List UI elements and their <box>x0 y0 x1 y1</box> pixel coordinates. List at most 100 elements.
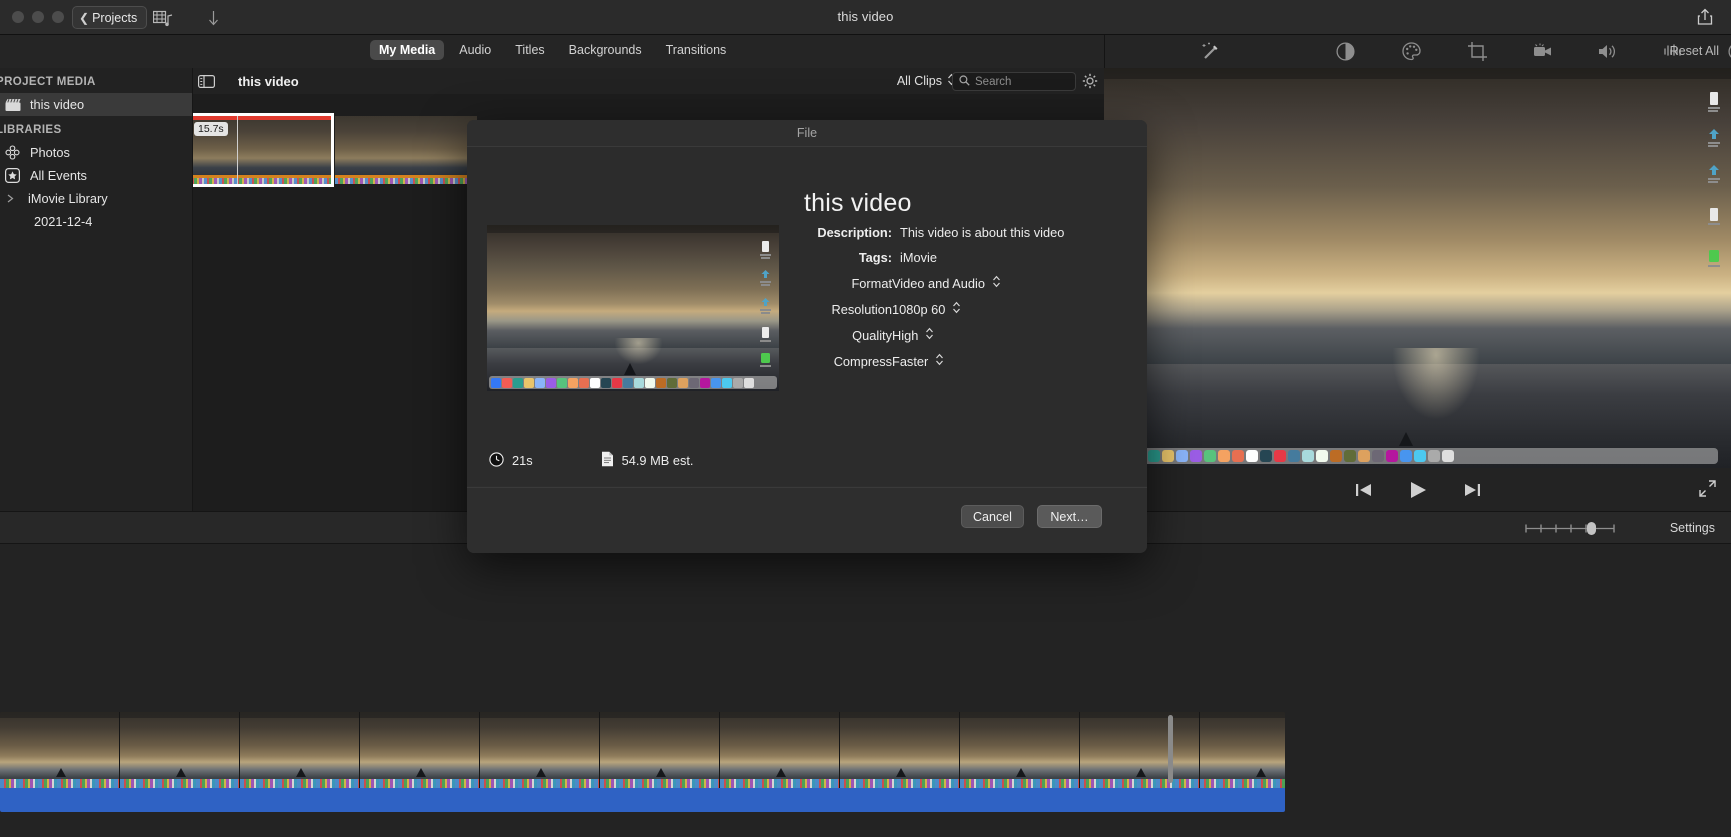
timeline-zoom-slider[interactable] <box>1524 521 1616 536</box>
speed-icon[interactable] <box>1727 41 1731 62</box>
skip-to-start-icon[interactable] <box>1353 479 1375 501</box>
gear-icon[interactable] <box>1082 73 1098 89</box>
tab-backgrounds[interactable]: Backgrounds <box>560 40 651 60</box>
search-icon <box>959 73 970 91</box>
sidebar-item-imovie-library[interactable]: iMovie Library <box>0 187 192 210</box>
cancel-button[interactable]: Cancel <box>961 505 1024 528</box>
preview-desktop-icon <box>760 297 771 322</box>
preview-desktop-icon <box>760 241 771 266</box>
timeline-scrollbar[interactable] <box>1168 715 1173 783</box>
tab-transitions[interactable]: Transitions <box>657 40 736 60</box>
timeline-clip[interactable] <box>0 712 1285 812</box>
tab-titles[interactable]: Titles <box>506 40 553 60</box>
sidebar-item-photos[interactable]: Photos <box>0 141 192 164</box>
search-input[interactable]: Search <box>952 72 1076 91</box>
viewer-desktop-icon <box>1707 164 1721 195</box>
field-compress[interactable]: Compress Faster <box>797 353 1127 369</box>
color-balance-icon[interactable] <box>1335 41 1356 62</box>
color-correction-icon[interactable] <box>1401 41 1422 62</box>
tags-value[interactable]: iMovie <box>900 250 937 265</box>
photos-icon <box>4 144 21 161</box>
clip-dock-strip <box>335 178 477 184</box>
dialog-fields: Description: This video is about this vi… <box>797 225 1127 379</box>
preview-shark-fin <box>624 363 637 375</box>
reset-all-button[interactable]: Reset All <box>1670 44 1719 58</box>
tab-my-media[interactable]: My Media <box>370 40 445 60</box>
filmstrip-frame <box>480 712 600 788</box>
compress-value[interactable]: Faster <box>892 354 928 369</box>
clip-selection-bar <box>193 116 331 120</box>
resolution-value[interactable]: 1080p 60 <box>892 302 945 317</box>
all-clips-label: All Clips <box>896 74 942 88</box>
filmstrip-frame <box>960 712 1080 788</box>
next-button[interactable]: Next… <box>1037 505 1102 528</box>
dialog-titlebar: File <box>467 120 1147 147</box>
field-label: Resolution <box>831 301 892 317</box>
field-label: Tags: <box>858 250 892 265</box>
fullscreen-icon[interactable] <box>1698 479 1717 498</box>
disclosure-icon[interactable] <box>2 190 19 207</box>
timeline-audio-waveform <box>0 788 1285 812</box>
search-placeholder: Search <box>975 75 1012 88</box>
viewer-sun-glow <box>1392 348 1481 420</box>
preview-desktop-icon <box>760 327 771 352</box>
clip-thumbnail-2[interactable] <box>335 116 477 184</box>
format-value[interactable]: Video and Audio <box>892 276 985 291</box>
video-viewer[interactable] <box>1104 68 1731 468</box>
field-quality[interactable]: Quality High <box>797 327 1127 343</box>
chevron-updown-icon[interactable] <box>925 327 934 343</box>
clip-dock-strip <box>193 178 331 184</box>
chevron-updown-icon[interactable] <box>992 275 1001 291</box>
skip-to-end-icon[interactable] <box>1461 479 1483 501</box>
tab-audio[interactable]: Audio <box>450 40 500 60</box>
viewer-desktop-icon <box>1707 92 1721 123</box>
timeline-settings-button[interactable]: Settings <box>1670 521 1715 535</box>
sidebar-heading-libraries: LIBRARIES <box>0 124 62 136</box>
filmstrip-frame <box>120 712 240 788</box>
chevron-updown-icon[interactable] <box>952 301 961 317</box>
field-format[interactable]: Format Video and Audio <box>797 275 1127 291</box>
chevron-updown-icon[interactable] <box>935 353 944 369</box>
viewer-shark-fin <box>1398 432 1413 446</box>
browser-title: this video <box>238 73 299 89</box>
dialog-body: this video Description: This video is ab… <box>467 147 1147 486</box>
inspector-toolbar: Reset All <box>1104 35 1731 68</box>
clapperboard-icon <box>4 96 21 113</box>
field-resolution[interactable]: Resolution 1080p 60 <box>797 301 1127 317</box>
preview-sky <box>487 225 779 348</box>
magic-wand-icon[interactable] <box>1201 41 1222 62</box>
filmstrip-frame <box>840 712 960 788</box>
preview-desktop-icon <box>760 269 771 294</box>
sidebar-toggle-icon[interactable] <box>198 74 216 89</box>
sidebar-item-event-2021-12-4[interactable]: 2021-12-4 <box>0 210 192 233</box>
timeline-filmstrip <box>0 712 1285 788</box>
viewer-sky <box>1104 68 1731 364</box>
quality-value[interactable]: High <box>892 328 918 343</box>
window-title: this video <box>837 9 894 24</box>
clip-thumbnail-1[interactable]: 15.7s <box>193 113 334 187</box>
imovie-window: ❮ Projects this video My Media Audio Tit… <box>0 0 1731 837</box>
field-label: Compress <box>833 353 892 369</box>
clip-playhead[interactable] <box>237 116 238 184</box>
viewer-frame-image <box>1104 68 1731 468</box>
field-label: Description: <box>817 225 892 240</box>
dialog-heading: this video <box>804 189 912 217</box>
window-titlebar: ❮ Projects this video <box>0 0 1731 35</box>
all-clips-filter[interactable]: All Clips <box>897 73 956 89</box>
sidebar-item-this-video[interactable]: this video <box>0 93 192 116</box>
stabilization-icon[interactable] <box>1532 41 1553 62</box>
sidebar-item-all-events[interactable]: All Events <box>0 164 192 187</box>
preview-menubar <box>487 225 779 233</box>
filmstrip-frame <box>0 712 120 788</box>
description-value[interactable]: This video is about this video <box>900 225 1064 240</box>
crop-icon[interactable] <box>1467 41 1488 62</box>
duration-text: 21s <box>512 453 533 468</box>
timeline[interactable] <box>0 544 1731 837</box>
sidebar-item-label: iMovie Library <box>28 191 108 206</box>
volume-icon[interactable] <box>1597 41 1618 62</box>
preview-sun-glow <box>615 337 663 365</box>
filmstrip-frame <box>1080 712 1200 788</box>
play-icon[interactable] <box>1407 479 1429 501</box>
sidebar-item-label: this video <box>30 97 85 112</box>
share-icon[interactable] <box>1695 7 1717 29</box>
